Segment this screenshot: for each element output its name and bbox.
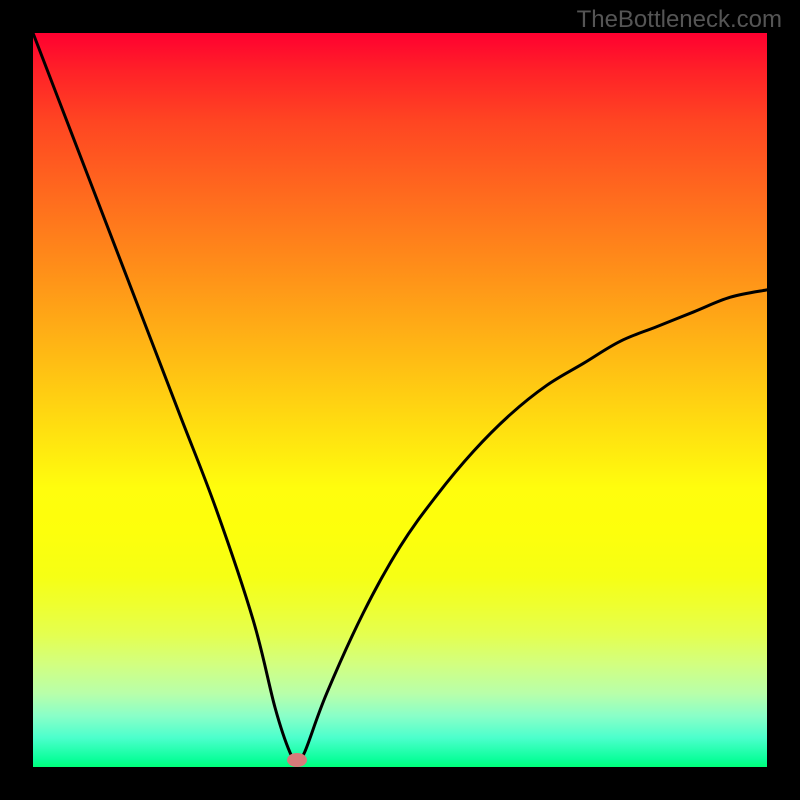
- chart-frame: TheBottleneck.com: [0, 0, 800, 800]
- optimal-point-marker: [287, 753, 307, 767]
- plot-area: [33, 33, 767, 767]
- watermark-text: TheBottleneck.com: [577, 6, 782, 34]
- bottleneck-curve: [33, 33, 767, 767]
